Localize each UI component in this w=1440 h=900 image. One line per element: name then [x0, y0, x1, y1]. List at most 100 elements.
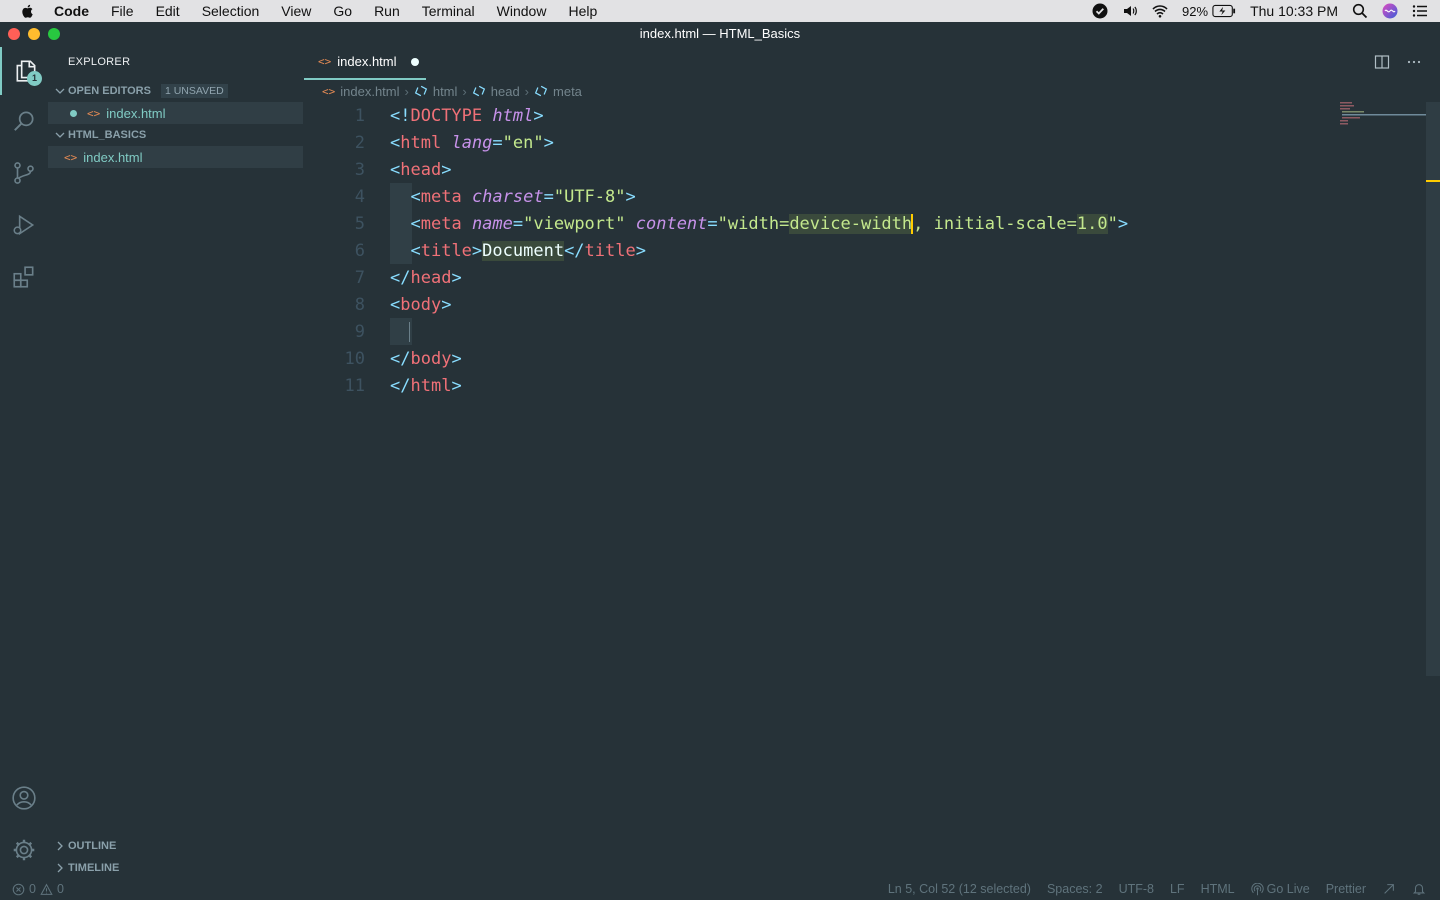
token: </	[390, 268, 411, 288]
explorer-badge: 1	[27, 71, 42, 86]
warning-icon	[40, 883, 53, 895]
token: >	[471, 241, 483, 261]
folder-filename: index.html	[83, 149, 143, 165]
token: <	[410, 241, 421, 261]
chevron-right-icon	[57, 841, 63, 851]
accounts-activity-button[interactable]	[0, 774, 48, 822]
notifications-bell-icon[interactable]	[1412, 882, 1426, 896]
status-bar: 0 0 Ln 5, Col 52 (12 selected) Spaces: 2…	[0, 878, 1440, 900]
code-line-6: <title>Document</title>	[390, 241, 646, 261]
extensions-activity-button[interactable]	[0, 253, 48, 301]
breadcrumb-html[interactable]: html	[433, 84, 458, 99]
code-line-2: <html lang="en">	[390, 133, 554, 153]
token: DOCTYPE	[410, 106, 483, 126]
token: <	[390, 160, 401, 180]
close-window-button[interactable]	[8, 28, 20, 40]
menu-go[interactable]: Go	[333, 3, 352, 19]
siri-icon[interactable]	[1382, 3, 1398, 19]
spotlight-search-icon[interactable]	[1352, 3, 1368, 19]
window-titlebar: index.html — HTML_Basics	[0, 22, 1440, 45]
menubar-clock[interactable]: Thu 10:33 PM	[1250, 3, 1338, 19]
minimize-window-button[interactable]	[28, 28, 40, 40]
explorer-activity-button[interactable]: 1	[0, 47, 50, 95]
open-editor-filename: index.html	[106, 105, 166, 121]
token: <	[390, 295, 401, 315]
go-live-button[interactable]: Go Live	[1250, 882, 1310, 896]
token: title	[420, 241, 472, 261]
eol-status[interactable]: LF	[1170, 882, 1185, 896]
unsaved-dot-icon[interactable]	[410, 57, 419, 66]
cursor-position-status[interactable]: Ln 5, Col 52 (12 selected)	[888, 882, 1031, 896]
manage-activity-button[interactable]	[0, 826, 48, 874]
unsaved-dot-icon[interactable]	[70, 109, 77, 117]
chevron-down-icon	[55, 132, 65, 138]
line-number: 4	[354, 187, 365, 207]
split-editor-icon[interactable]	[1374, 54, 1390, 70]
editor-scrollbar[interactable]	[1426, 102, 1440, 676]
more-actions-icon[interactable]	[1406, 54, 1422, 70]
status-left[interactable]: 0 0	[12, 878, 64, 900]
token: "en"	[502, 133, 544, 153]
token: =	[492, 133, 503, 153]
line-number: 1	[354, 106, 365, 126]
tab-index-html[interactable]: <> index.html	[304, 45, 426, 80]
code-line-9	[390, 322, 411, 342]
menu-file[interactable]: File	[111, 3, 134, 19]
token: =	[707, 214, 718, 234]
token: <	[410, 214, 421, 234]
token: , initial-scale=	[913, 214, 1077, 234]
menu-terminal[interactable]: Terminal	[422, 3, 475, 19]
token: >	[441, 160, 452, 180]
menu-help[interactable]: Help	[568, 3, 597, 19]
language-mode-status[interactable]: HTML	[1201, 882, 1235, 896]
zoom-window-button[interactable]	[48, 28, 60, 40]
menu-window[interactable]: Window	[497, 3, 547, 19]
token: <!	[390, 106, 411, 126]
open-editor-item-index-html[interactable]: <> index.html	[48, 102, 303, 124]
search-activity-button[interactable]	[0, 97, 48, 145]
menu-app-code[interactable]: Code	[54, 3, 89, 19]
open-editors-section-header[interactable]: OPEN EDITORS 1 UNSAVED	[48, 80, 304, 102]
breadcrumb-head[interactable]: head	[491, 84, 520, 99]
token: meta	[420, 214, 462, 234]
menu-run[interactable]: Run	[374, 3, 400, 19]
tab-label: index.html	[337, 54, 397, 69]
menu-view[interactable]: View	[281, 3, 311, 19]
run-debug-activity-button[interactable]	[0, 201, 48, 249]
source-control-icon	[14, 162, 34, 184]
apple-logo-icon[interactable]	[20, 3, 36, 19]
token: >	[635, 241, 646, 261]
control-center-list-icon[interactable]	[1412, 3, 1428, 19]
code-editor[interactable]: 1 2 3 4 5 6 7 8 9 10 11 <!DOCTYPE html> …	[304, 102, 1426, 878]
breadcrumb-meta[interactable]: meta	[553, 84, 582, 99]
chevron-right-icon: ›	[462, 83, 467, 99]
indentation-status[interactable]: Spaces: 2	[1047, 882, 1103, 896]
menu-edit[interactable]: Edit	[156, 3, 180, 19]
token: meta	[420, 187, 462, 207]
outline-section-header[interactable]: OUTLINE	[48, 835, 304, 857]
gear-icon	[13, 839, 35, 861]
folder-file-index-html[interactable]: <> index.html	[48, 146, 303, 168]
encoding-status[interactable]: UTF-8	[1119, 882, 1154, 896]
timeline-section-header[interactable]: TIMELINE	[48, 857, 304, 879]
wifi-icon[interactable]	[1152, 3, 1168, 19]
breadcrumb-file[interactable]: index.html	[340, 84, 399, 99]
feedback-icon[interactable]	[1382, 882, 1396, 896]
checkmark-circle-icon[interactable]	[1092, 3, 1108, 19]
token: "width=	[717, 214, 790, 234]
token: head	[410, 268, 452, 288]
menu-selection[interactable]: Selection	[202, 3, 260, 19]
macos-menubar: Code File Edit Selection View Go Run Ter…	[0, 0, 1440, 22]
outline-label: OUTLINE	[68, 840, 117, 852]
html-basics-folder-header[interactable]: HTML_BASICS	[48, 124, 304, 146]
scrollbar-cursor-marker	[1426, 180, 1440, 182]
code-line-1: <!DOCTYPE html>	[390, 106, 544, 126]
minimap[interactable]	[1338, 102, 1428, 132]
battery-charging-icon[interactable]	[1212, 4, 1236, 18]
error-count: 0	[29, 882, 36, 896]
volume-icon[interactable]	[1122, 3, 1138, 19]
prettier-status[interactable]: Prettier	[1326, 882, 1366, 896]
token: head	[400, 160, 442, 180]
token: <	[410, 187, 421, 207]
source-control-activity-button[interactable]	[0, 149, 48, 197]
